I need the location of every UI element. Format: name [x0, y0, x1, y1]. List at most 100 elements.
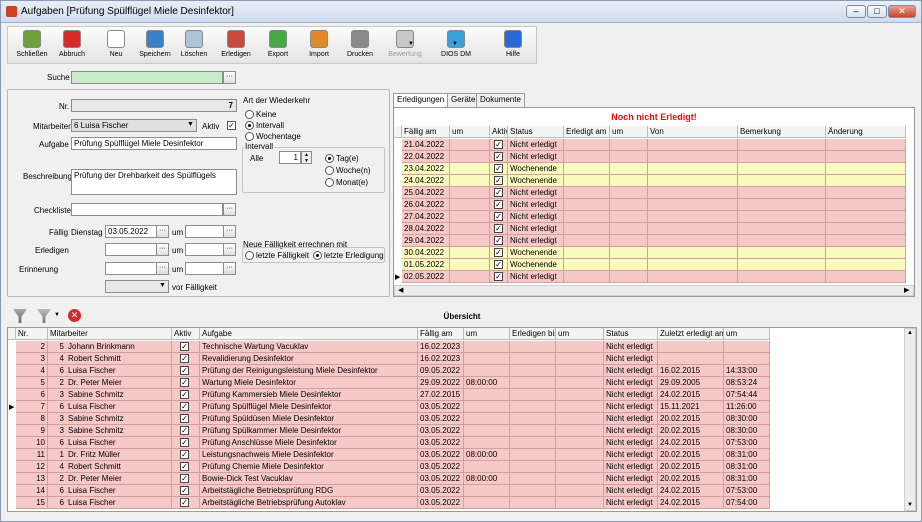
speichern-toolbar-button[interactable]: Speichern [135, 28, 175, 64]
overview-aktiv[interactable]: ✓ [172, 353, 200, 365]
overview-aktiv[interactable]: ✓ [172, 425, 200, 437]
overview-aktiv[interactable]: ✓ [172, 377, 200, 389]
aktiv-checkbox[interactable]: ✓ [180, 438, 189, 447]
wiederkehr-radio-keine[interactable] [245, 110, 254, 119]
rating-dropdown-chevron-icon[interactable]: ▼ [452, 41, 458, 47]
erledigung-cell[interactable]: ✓ [490, 223, 508, 235]
tab-dokumente[interactable]: Dokumente [476, 93, 525, 107]
erledigung-cell[interactable]: ✓ [490, 175, 508, 187]
aktiv-checkbox[interactable]: ✓ [494, 140, 503, 149]
faellig-time-input[interactable] [185, 225, 224, 238]
erledigen-time-input[interactable] [185, 243, 224, 256]
overview-aktiv[interactable]: ✓ [172, 389, 200, 401]
scroll-up-icon[interactable]: ▲ [907, 330, 913, 336]
aktiv-checkbox[interactable]: ✓ [494, 152, 503, 161]
neu-toolbar-button[interactable]: Neu [96, 28, 136, 64]
aktiv-checkbox[interactable]: ✓ [180, 474, 189, 483]
aktiv-checkbox[interactable]: ✓ [227, 121, 236, 130]
alle-spinner[interactable]: ▲ ▼ [301, 151, 312, 164]
aktiv-checkbox[interactable]: ✓ [180, 402, 189, 411]
erledigung-cell[interactable]: ✓ [490, 199, 508, 211]
erledigen-toolbar-button[interactable]: Erledigen [216, 28, 256, 64]
aktiv-checkbox[interactable]: ✓ [180, 498, 189, 507]
abbruch-toolbar-button[interactable]: Abbruch [52, 28, 92, 64]
overview-aktiv[interactable]: ✓ [172, 485, 200, 497]
aktiv-checkbox[interactable]: ✓ [180, 354, 189, 363]
wiederkehr-radio-wochentage[interactable] [245, 132, 254, 141]
overview-aktiv[interactable]: ✓ [172, 497, 200, 509]
aktiv-checkbox[interactable]: ✓ [180, 378, 189, 387]
erinnerung-date-button[interactable]: ··· [156, 262, 169, 275]
aktiv-checkbox[interactable]: ✓ [180, 414, 189, 423]
wiederkehr-radio-intervall[interactable] [245, 121, 254, 130]
neu-faelligkeit-radio-letzte-erledigung[interactable] [313, 251, 322, 260]
faellig-date-input[interactable]: 03.05.2022 [105, 225, 157, 238]
overview-aktiv[interactable]: ✓ [172, 473, 200, 485]
alle-input[interactable]: 1 [279, 151, 301, 164]
erinnerung-time-button[interactable]: ··· [223, 262, 236, 275]
scroll-right-icon[interactable]: ▶ [904, 286, 909, 294]
erinnerung-date-input[interactable] [105, 262, 157, 275]
drucken-toolbar-button[interactable]: Drucken [340, 28, 380, 64]
erledigen-time-button[interactable]: ··· [223, 243, 236, 256]
search-input[interactable] [71, 71, 223, 84]
tab-erledigungen[interactable]: Erledigungen [393, 93, 449, 108]
horizontal-scrollbar[interactable] [394, 285, 914, 296]
erledigung-cell[interactable]: ✓ [490, 163, 508, 175]
l-schen-toolbar-button[interactable]: Löschen [174, 28, 214, 64]
erledigen-date-button[interactable]: ··· [156, 243, 169, 256]
aktiv-checkbox[interactable]: ✓ [494, 200, 503, 209]
schlie-en-toolbar-button[interactable]: Schließen [12, 28, 52, 64]
erledigung-cell[interactable]: ✓ [490, 271, 508, 283]
erledigen-date-input[interactable] [105, 243, 157, 256]
overview-aktiv[interactable]: ✓ [172, 461, 200, 473]
export-toolbar-button[interactable]: Export [258, 28, 298, 64]
overview-aktiv[interactable]: ✓ [172, 413, 200, 425]
aktiv-checkbox[interactable]: ✓ [494, 272, 503, 281]
search-browse-button[interactable]: ··· [223, 71, 236, 84]
neu-faelligkeit-radio-letzte-faelligkeit[interactable] [245, 251, 254, 260]
aktiv-checkbox[interactable]: ✓ [180, 462, 189, 471]
aktiv-checkbox[interactable]: ✓ [494, 164, 503, 173]
erledigung-cell[interactable]: ✓ [490, 211, 508, 223]
aufgabe-input[interactable]: Prüfung Spülflügel Miele Desinfektor [71, 137, 237, 150]
unit-radio-wochen[interactable] [325, 166, 334, 175]
checkliste-input[interactable] [71, 203, 223, 216]
aktiv-checkbox[interactable]: ✓ [180, 450, 189, 459]
overview-aktiv[interactable]: ✓ [172, 341, 200, 353]
bewertung-toolbar-button[interactable]: Bewertung [385, 28, 425, 64]
erledigung-cell[interactable]: ✓ [490, 259, 508, 271]
erledigung-cell[interactable]: ✓ [490, 235, 508, 247]
erledigung-cell[interactable]: ✓ [490, 151, 508, 163]
aktiv-checkbox[interactable]: ✓ [180, 486, 189, 495]
scroll-left-icon[interactable]: ◀ [398, 286, 403, 294]
aktiv-checkbox[interactable]: ✓ [494, 188, 503, 197]
erinnerung-time-input[interactable] [185, 262, 224, 275]
aktiv-checkbox[interactable]: ✓ [494, 236, 503, 245]
beschreibung-input[interactable]: Prüfung der Drehbarkeit des Spülflügels [71, 169, 237, 195]
tab-geraete[interactable]: Geräte [447, 93, 480, 107]
aktiv-checkbox[interactable]: ✓ [494, 176, 503, 185]
overview-aktiv[interactable]: ✓ [172, 365, 200, 377]
print-dropdown-chevron-icon[interactable]: ▼ [408, 41, 414, 47]
erledigung-cell[interactable]: ✓ [490, 139, 508, 151]
scroll-down-icon[interactable]: ▼ [907, 502, 913, 508]
aktiv-checkbox[interactable]: ✓ [494, 224, 503, 233]
aktiv-checkbox[interactable]: ✓ [180, 390, 189, 399]
import-toolbar-button[interactable]: Import [299, 28, 339, 64]
mitarbeiter-select[interactable]: 6 Luisa Fischer [71, 119, 197, 132]
erledigung-cell[interactable]: ✓ [490, 247, 508, 259]
aktiv-checkbox[interactable]: ✓ [494, 248, 503, 257]
hilfe-toolbar-button[interactable]: Hilfe [493, 28, 533, 64]
unit-radio-tage[interactable] [325, 154, 334, 163]
maximize-button[interactable]: □ [867, 5, 887, 18]
overview-aktiv[interactable]: ✓ [172, 437, 200, 449]
minimize-button[interactable]: – [846, 5, 866, 18]
aktiv-checkbox[interactable]: ✓ [494, 212, 503, 221]
aktiv-checkbox[interactable]: ✓ [180, 342, 189, 351]
checkliste-browse-button[interactable]: ··· [223, 203, 236, 216]
unit-radio-monate[interactable] [325, 178, 334, 187]
faellig-time-button[interactable]: ··· [223, 225, 236, 238]
aktiv-checkbox[interactable]: ✓ [494, 260, 503, 269]
faellig-date-button[interactable]: ··· [156, 225, 169, 238]
